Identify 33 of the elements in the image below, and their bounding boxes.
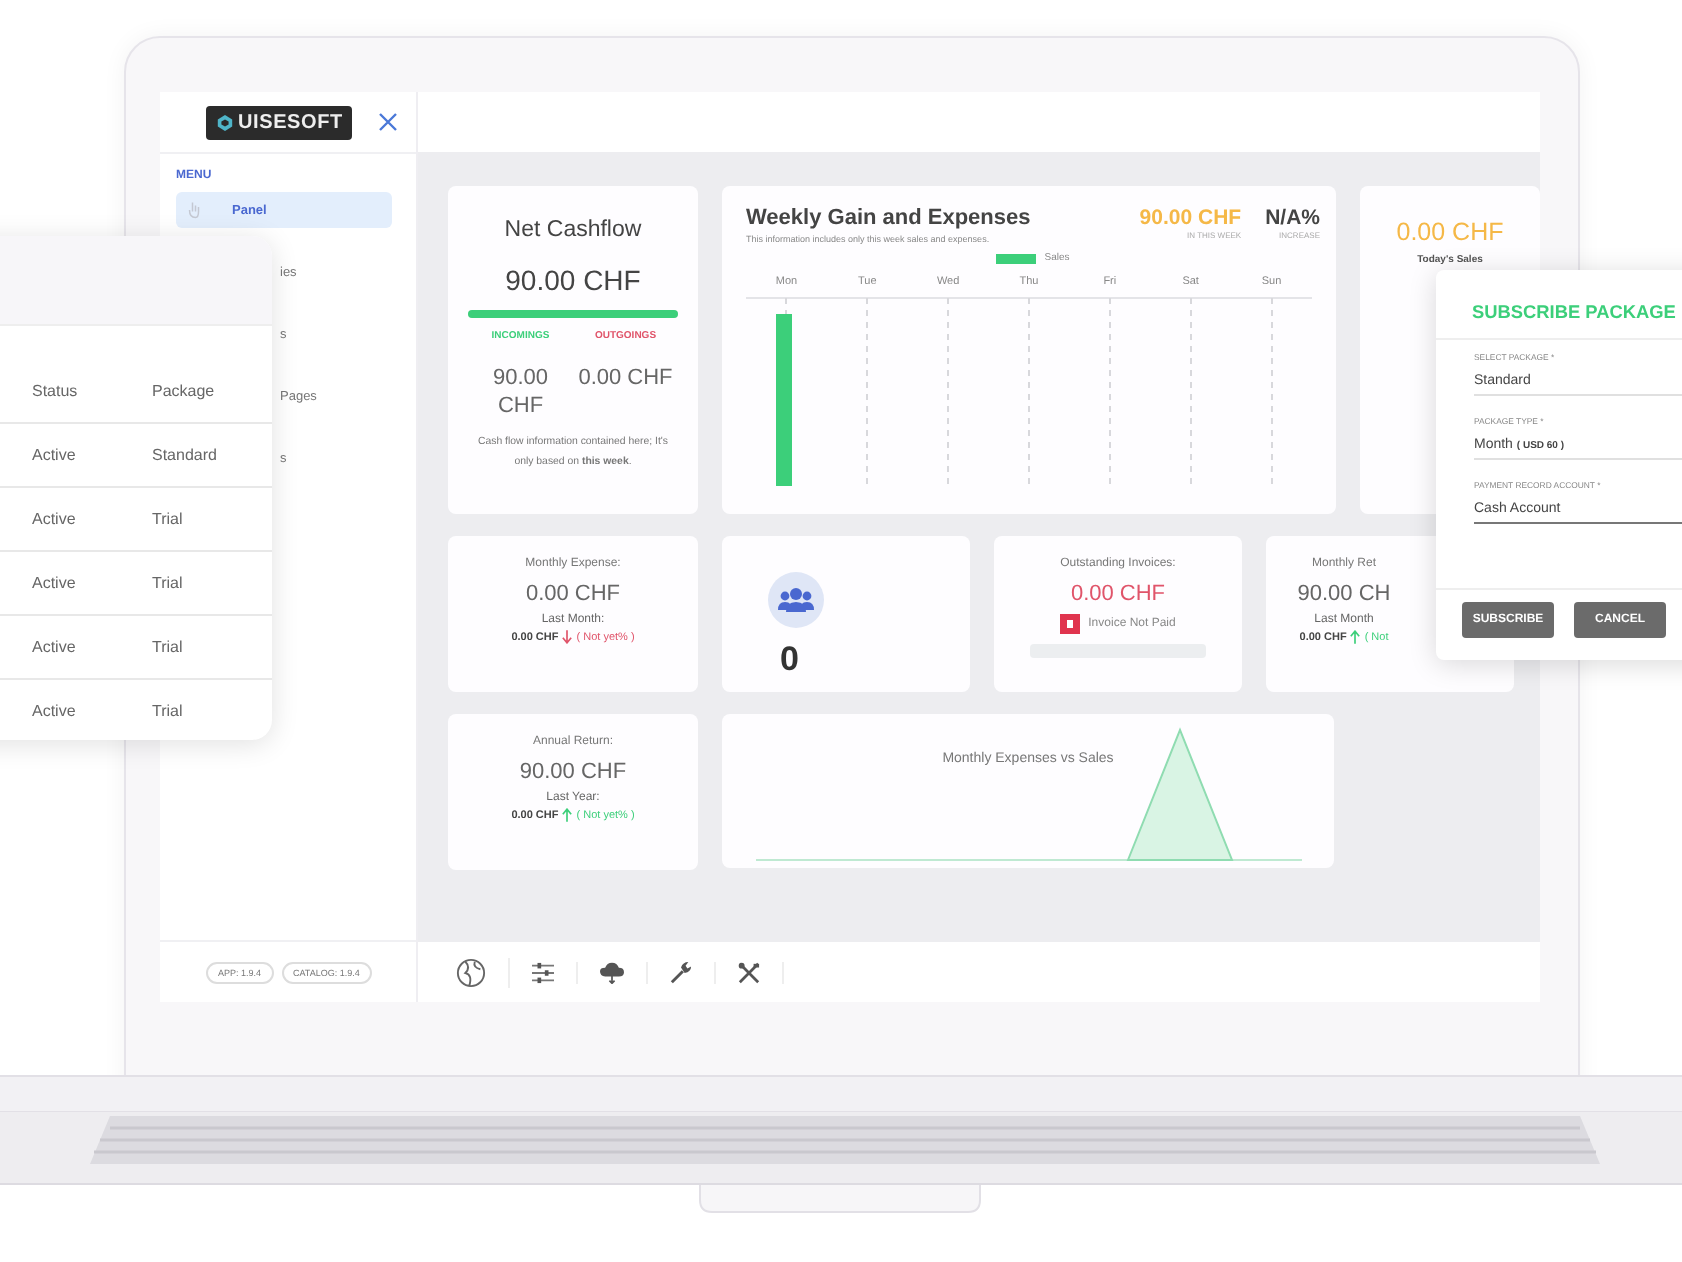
card-amount: 90.00 CHF (519, 760, 627, 784)
table-cell-text: Active (32, 702, 78, 720)
table-cell-text: Trial (152, 702, 185, 720)
dialog-title: SUBSCRIBE PACKAGE (1436, 270, 1682, 340)
legend-swatch (996, 253, 1037, 263)
table-cell-text: Trial (152, 510, 185, 528)
hand-icon (188, 200, 200, 220)
week-amount: 90.00 CHF (1139, 206, 1242, 230)
people-group-icon (768, 572, 824, 628)
close-icon[interactable] (378, 112, 398, 132)
table-cell-text: Active (32, 446, 78, 464)
table-cell-text: Trial (152, 574, 185, 592)
card-amount: 0.00 CHF (525, 582, 621, 606)
invoice-icon (1060, 614, 1081, 634)
logo-text: UISESOFT (238, 111, 343, 133)
column-header: Status (32, 381, 80, 399)
table-cell-text: Active (32, 638, 78, 656)
today-amount: 0.00 CHF (1396, 218, 1504, 246)
logo-icon (216, 113, 234, 131)
net-amount: 90.00 CHF (505, 264, 641, 296)
column-header: Package (152, 381, 217, 399)
table-cell-text: Trial (152, 638, 185, 656)
outgoings-amount: 0.00 CHF (578, 364, 673, 393)
table-cell-text: Active (32, 574, 78, 592)
card-amount: 0.00 CHF (1070, 582, 1166, 606)
card-title: Weekly Gain and Expenses (746, 206, 1033, 230)
card-title: Net Cashflow (504, 218, 642, 242)
increase-value: N/A% (1265, 206, 1320, 230)
incomings-amount: 90.00 CHF (490, 364, 551, 422)
card-amount: 90.00 CH (1297, 582, 1391, 606)
table-cell-text: Active (32, 510, 78, 528)
table-cell-text: Standard (152, 446, 219, 464)
customer-count: 0 (780, 640, 801, 680)
